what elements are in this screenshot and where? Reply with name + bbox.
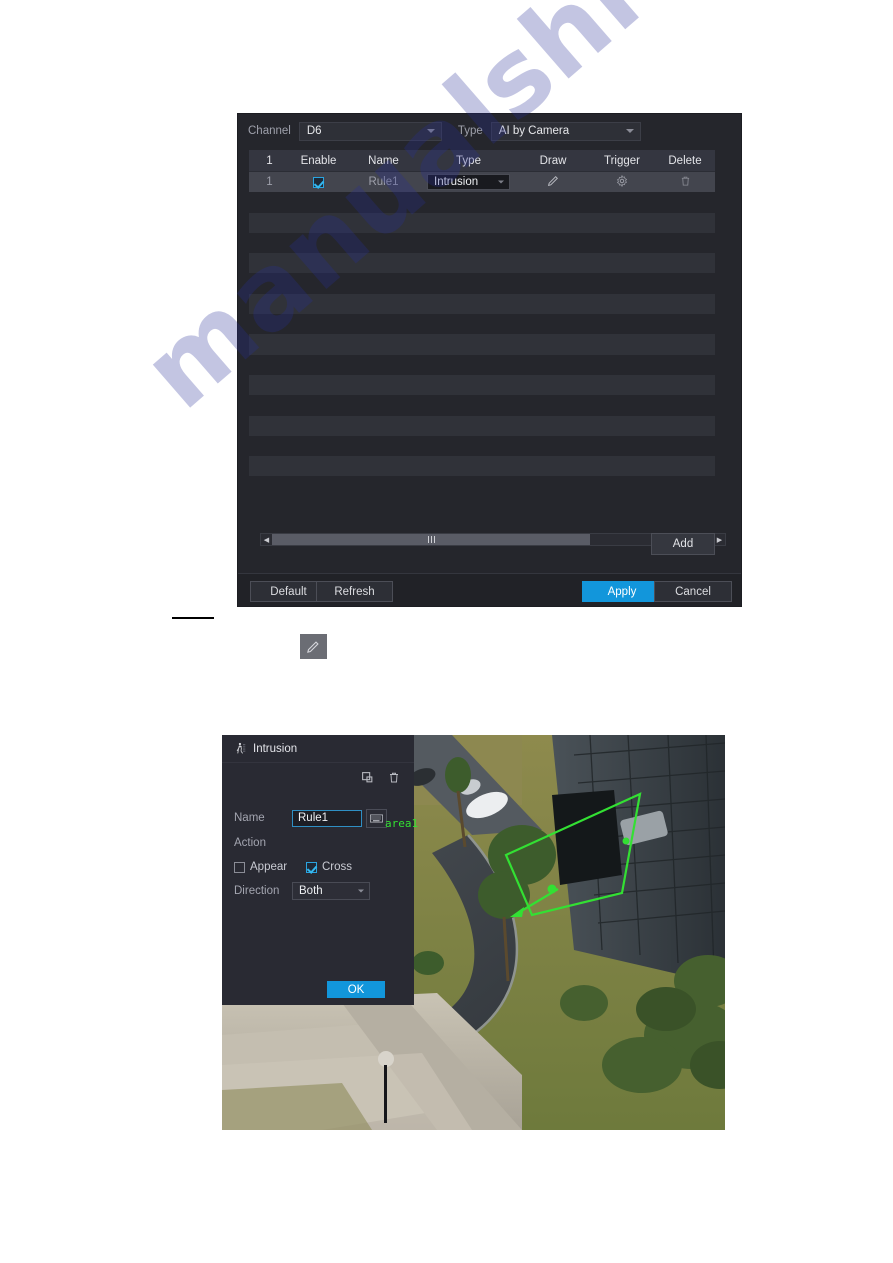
appear-label: Appear [250, 861, 288, 873]
row-delete-cell[interactable] [655, 175, 715, 190]
intrusion-form: Name Rule1 Action Appear Cross Direction… [234, 807, 406, 905]
direction-select[interactable]: Both [292, 882, 370, 900]
direction-row: Direction Both [234, 880, 406, 902]
name-input-value: Rule1 [298, 812, 329, 824]
type-select-value: AI by Camera [498, 125, 570, 137]
intrusion-person-icon [234, 742, 247, 755]
name-label: Name [234, 812, 265, 824]
action-row-label: Action [234, 832, 406, 854]
column-header-delete: Delete [668, 154, 702, 167]
intrusion-rule-dialog: area1 Intrusion Name Rule1 Action Appear… [222, 735, 725, 1130]
gear-icon[interactable] [616, 174, 628, 187]
row-index: 1 [266, 176, 273, 189]
action-checkbox-row: Appear Cross [234, 857, 406, 877]
scrollbar-thumb[interactable] [272, 534, 591, 545]
intrusion-settings-panel: Intrusion Name Rule1 Action Appear Cross… [222, 735, 414, 1005]
table-row-empty [249, 232, 715, 254]
refresh-button[interactable]: Refresh [316, 581, 393, 602]
cross-checkbox[interactable]: Cross [306, 861, 352, 873]
row-type-cell[interactable]: Intrusion [420, 174, 517, 191]
column-header-name: Name [368, 154, 399, 167]
direction-select-value: Both [299, 885, 323, 897]
channel-select[interactable]: D6 [298, 121, 442, 141]
rule-type-value: Intrusion [434, 176, 479, 189]
column-header-index: 1 [266, 154, 273, 167]
redacted-text-line [172, 617, 214, 619]
keyboard-icon [370, 814, 383, 823]
table-row-empty [249, 456, 715, 477]
trash-icon[interactable] [680, 175, 691, 187]
column-header-trigger: Trigger [604, 154, 640, 167]
row-draw-cell[interactable] [517, 174, 589, 190]
table-row[interactable]: 1 Rule1 Intrusion [249, 172, 715, 193]
name-row: Name Rule1 [234, 807, 406, 829]
table-row-empty [249, 415, 715, 436]
rule-table: 1 Enable Name Type Draw Trigger Delete 1… [249, 150, 726, 642]
ai-rule-list-dialog: Channel D6 Type AI by Camera 1 Enable Na… [237, 113, 742, 607]
type-label: Type [457, 125, 483, 137]
trash-icon[interactable] [388, 771, 400, 784]
cross-checkbox-box[interactable] [306, 861, 317, 873]
chevron-down-icon [358, 889, 364, 893]
rule-type-select[interactable]: Intrusion [427, 174, 510, 191]
column-header-enable: Enable [300, 154, 337, 167]
chevron-down-icon [625, 129, 634, 133]
channel-select-value: D6 [306, 125, 322, 137]
scroll-left-icon[interactable]: ◀ [261, 534, 272, 545]
panel-toolbar [361, 771, 400, 784]
table-row-empty [249, 273, 715, 294]
row-trigger-cell[interactable] [589, 174, 655, 190]
cancel-button[interactable]: Cancel [654, 581, 732, 602]
table-row-empty [249, 354, 715, 375]
cross-label: Cross [322, 861, 353, 873]
column-header-type: Type [456, 154, 481, 167]
apply-button[interactable]: Apply [582, 581, 662, 602]
row-enable-cell[interactable] [290, 176, 347, 188]
filter-bar: Channel D6 Type AI by Camera [238, 114, 741, 148]
table-row-empty [249, 395, 715, 416]
appear-checkbox[interactable]: Appear [234, 861, 306, 873]
table-row-empty [249, 314, 715, 335]
table-row-empty [249, 212, 715, 233]
row-name: Rule1 [368, 176, 399, 189]
pencil-icon[interactable] [547, 174, 560, 187]
appear-checkbox-box[interactable] [234, 861, 245, 873]
table-row-empty [249, 334, 715, 355]
table-body: 1 Rule1 Intrusion [249, 172, 715, 497]
panel-title-bar: Intrusion [222, 735, 414, 763]
column-header-draw: Draw [539, 154, 567, 167]
table-header-row: 1 Enable Name Type Draw Trigger Delete [249, 150, 715, 172]
keyboard-button[interactable] [366, 808, 387, 828]
table-row-empty [249, 435, 715, 457]
scroll-right-icon[interactable]: ▶ [714, 534, 725, 545]
copy-area-icon[interactable] [361, 771, 374, 784]
table-row-empty [249, 293, 715, 315]
chevron-down-icon [498, 180, 504, 184]
table-row-empty [249, 253, 715, 274]
channel-label: Channel [248, 125, 291, 137]
table-row-empty [249, 192, 715, 213]
name-input[interactable]: Rule1 [292, 809, 362, 827]
type-select[interactable]: AI by Camera [490, 121, 641, 141]
action-label: Action [234, 837, 266, 849]
area-label: area1 [385, 817, 419, 830]
enable-checkbox[interactable] [313, 176, 324, 188]
table-row-empty [249, 374, 715, 396]
ok-button[interactable]: OK [327, 981, 385, 998]
dialog-footer: Default Refresh Apply Cancel [238, 573, 741, 606]
scrollbar-track[interactable] [272, 534, 714, 545]
direction-label: Direction [234, 885, 280, 897]
panel-title-text: Intrusion [253, 742, 298, 755]
table-row-empty [249, 476, 715, 497]
chevron-down-icon [426, 129, 435, 133]
add-button[interactable]: Add [651, 533, 715, 555]
